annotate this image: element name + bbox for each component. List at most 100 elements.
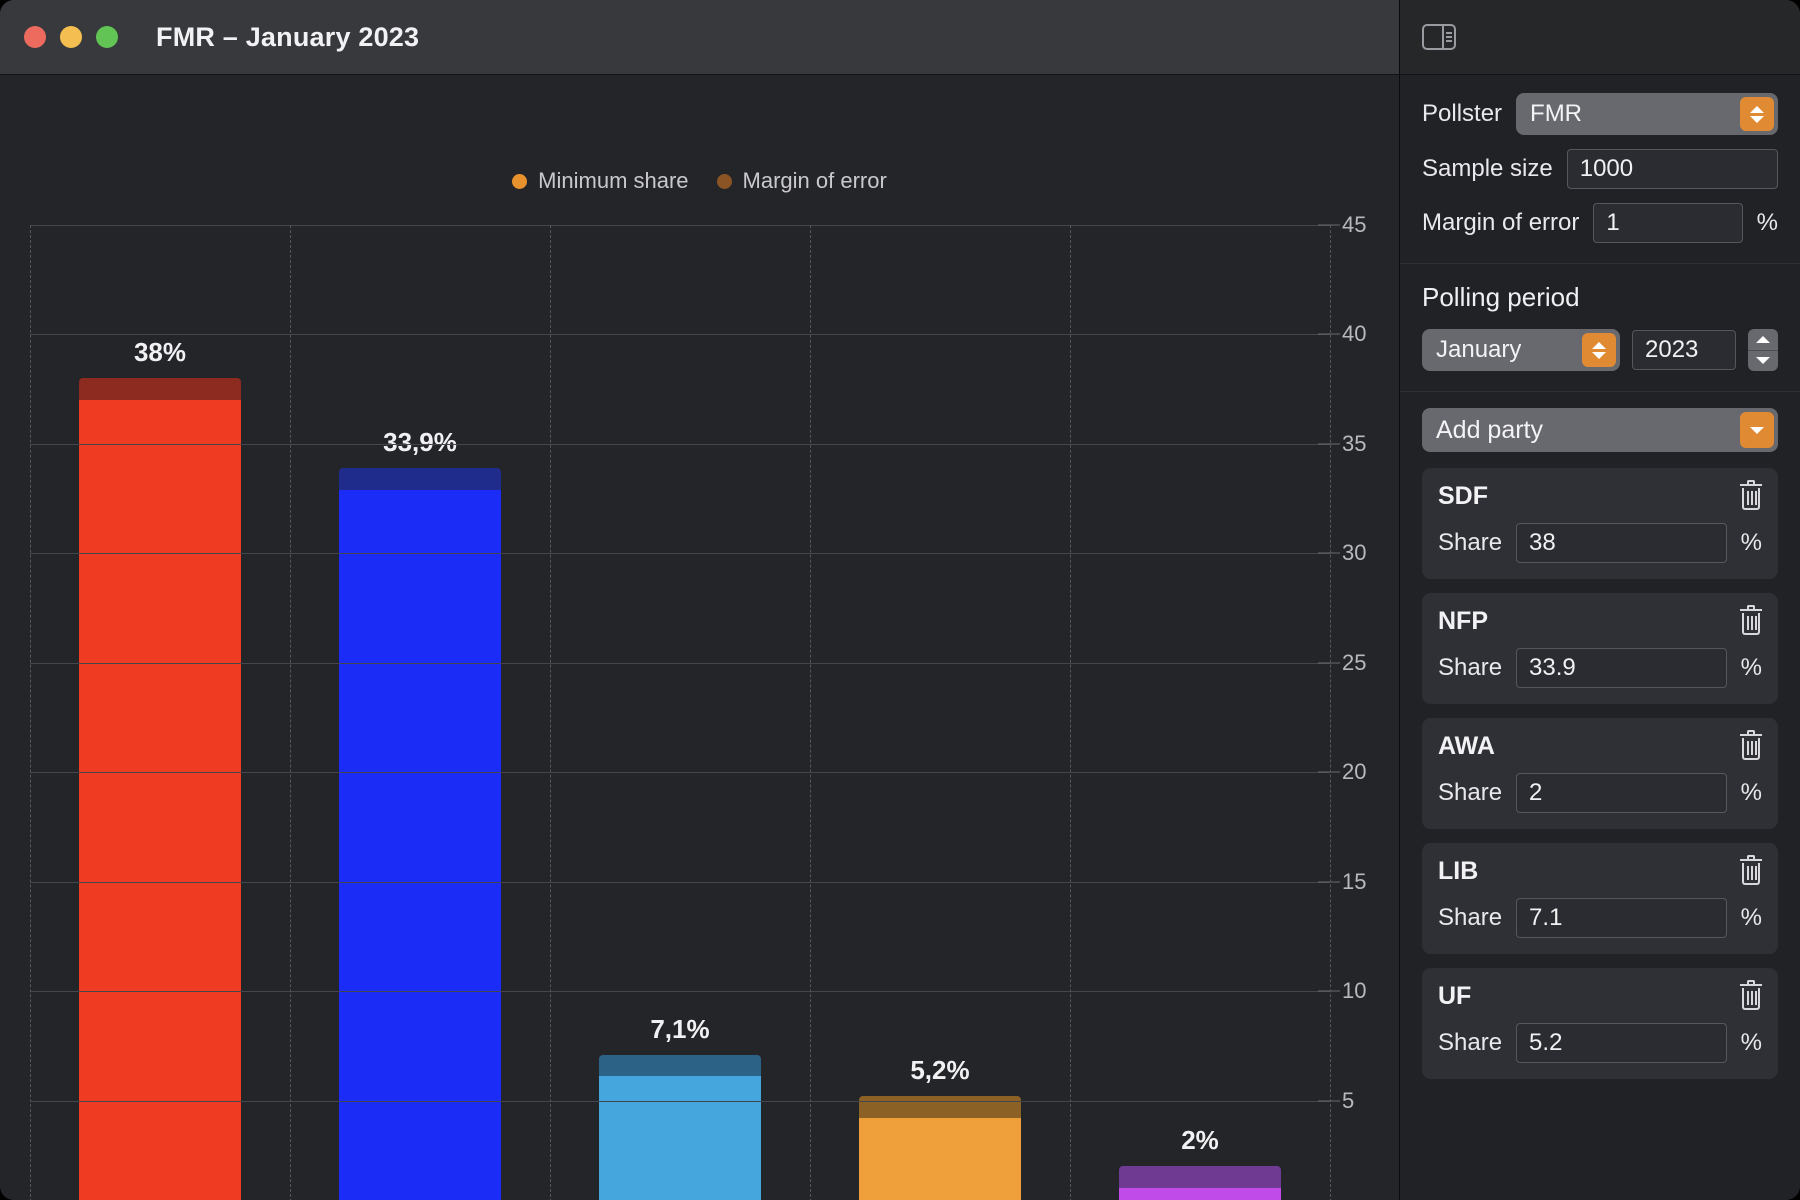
- year-decrement-button[interactable]: [1748, 351, 1778, 372]
- party-name: AWA: [1438, 732, 1495, 760]
- legend-item: Minimum share: [512, 168, 689, 194]
- bar-series: 38% 33,9% 7,1% 5,2% 2%: [30, 225, 1330, 1200]
- x-gridline: [290, 225, 291, 1200]
- bar-stack: [79, 378, 241, 1200]
- margin-of-error-input[interactable]: 1: [1593, 203, 1743, 243]
- y-tick-label: 10: [1342, 978, 1367, 1004]
- bar-value-label: 5,2%: [910, 1055, 970, 1086]
- share-label: Share: [1438, 904, 1503, 931]
- margin-of-error-unit: %: [1756, 209, 1778, 236]
- party-card: AWA Share 2%: [1422, 718, 1778, 829]
- bar-group[interactable]: 7,1%: [599, 1014, 761, 1200]
- pollster-select[interactable]: FMR: [1516, 93, 1778, 135]
- bar-stack: [1119, 1166, 1281, 1200]
- bar-segment-margin-of-error: [599, 1054, 761, 1077]
- y-gridline: [30, 662, 1330, 664]
- y-tick-mark: [1318, 333, 1340, 335]
- share-input[interactable]: 7.1: [1516, 898, 1727, 938]
- share-unit: %: [1740, 779, 1762, 806]
- plot-area: 38%33,9%7,1%5,2%2% 051015202530354045: [30, 212, 1366, 1200]
- share-unit: %: [1740, 1029, 1762, 1056]
- bar-value-label: 2%: [1181, 1125, 1219, 1156]
- bar-group[interactable]: 2%: [1119, 1125, 1281, 1200]
- bar-segment-margin-of-error: [79, 378, 241, 401]
- x-gridline: [810, 225, 811, 1200]
- trash-icon[interactable]: [1740, 854, 1762, 885]
- legend-label: Minimum share: [538, 168, 689, 193]
- bar-stack: [599, 1054, 761, 1200]
- x-gridline: [1330, 225, 1331, 1200]
- y-tick-mark: [1318, 771, 1340, 773]
- close-button[interactable]: [24, 26, 46, 48]
- sample-size-input[interactable]: 1000: [1566, 149, 1778, 189]
- trash-icon[interactable]: [1740, 604, 1762, 635]
- share-unit: %: [1740, 529, 1762, 556]
- pollster-value: FMR: [1530, 100, 1583, 127]
- share-label: Share: [1438, 654, 1503, 681]
- share-label: Share: [1438, 779, 1503, 806]
- share-input[interactable]: 2: [1516, 773, 1727, 813]
- window-titlebar: FMR – January 2023: [0, 0, 1399, 75]
- y-gridline: [30, 334, 1330, 336]
- y-tick-label: 45: [1342, 212, 1367, 237]
- trash-icon[interactable]: [1740, 979, 1762, 1010]
- sidebar-toggle-icon[interactable]: [1422, 24, 1456, 50]
- party-card-header: AWA: [1438, 729, 1762, 761]
- bar-group[interactable]: 5,2%: [859, 1055, 1021, 1200]
- party-share-row: Share 7.1%: [1438, 898, 1762, 938]
- month-stepper-icon[interactable]: [1582, 333, 1616, 367]
- share-input[interactable]: 33.9: [1516, 648, 1727, 688]
- y-tick-label: 15: [1342, 868, 1367, 894]
- bar-value-label: 38%: [133, 337, 186, 368]
- month-value: January: [1436, 336, 1522, 363]
- month-select[interactable]: January: [1422, 329, 1620, 371]
- y-tick-label: 30: [1342, 540, 1367, 566]
- legend-label: Margin of error: [742, 168, 887, 193]
- bar-stack: [859, 1096, 1021, 1200]
- share-input[interactable]: 5.2: [1516, 1023, 1727, 1063]
- bar-segment-minimum-share: [339, 489, 501, 1200]
- chart-body: Minimum share Margin of error 38% 33,9% 7,1…: [0, 75, 1399, 1200]
- party-name: SDF: [1438, 482, 1488, 510]
- zoom-button[interactable]: [96, 26, 118, 48]
- minimize-button[interactable]: [60, 26, 82, 48]
- y-gridline: [30, 991, 1330, 993]
- pollster-stepper-icon[interactable]: [1740, 97, 1774, 131]
- bar-group[interactable]: 33,9%: [339, 427, 501, 1200]
- window-title: FMR – January 2023: [156, 21, 420, 52]
- y-gridline: [30, 443, 1330, 445]
- y-gridline: [30, 225, 1330, 226]
- sidebar-icon-right-pane: [1442, 26, 1454, 48]
- margin-of-error-label: Margin of error: [1422, 209, 1580, 236]
- bar-segment-margin-of-error: [339, 467, 501, 490]
- party-card-header: UF: [1438, 979, 1762, 1011]
- share-label: Share: [1438, 1029, 1503, 1056]
- bar-segment-minimum-share: [859, 1118, 1021, 1200]
- party-share-row: Share 2%: [1438, 773, 1762, 813]
- y-tick-mark: [1318, 662, 1340, 664]
- polling-period-heading: Polling period: [1422, 282, 1580, 312]
- party-share-row: Share 38%: [1438, 523, 1762, 563]
- y-tick-label: 5: [1342, 1087, 1355, 1113]
- y-tick-label: 35: [1342, 430, 1367, 456]
- y-tick-label: 40: [1342, 321, 1367, 347]
- y-gridline: [30, 772, 1330, 774]
- bar-segment-minimum-share: [599, 1076, 761, 1200]
- app-window: FMR – January 2023 Minimum share Margin o…: [0, 0, 1800, 1200]
- add-party-dropdown[interactable]: Add party: [1422, 408, 1778, 452]
- trash-icon[interactable]: [1740, 479, 1762, 510]
- bar-group[interactable]: 38%: [79, 337, 241, 1200]
- bar-value-label: 7,1%: [650, 1013, 710, 1044]
- add-party-chevron-down-icon[interactable]: [1740, 412, 1774, 448]
- legend-item: Margin of error: [716, 168, 887, 194]
- year-increment-button[interactable]: [1748, 329, 1778, 350]
- year-input[interactable]: 2023: [1632, 330, 1736, 370]
- chart-legend: Minimum share Margin of error: [0, 168, 1399, 194]
- trash-icon[interactable]: [1740, 729, 1762, 760]
- y-tick-mark: [1318, 881, 1340, 883]
- y-gridline: [30, 1100, 1330, 1102]
- party-name: NFP: [1438, 607, 1488, 635]
- share-input[interactable]: 38: [1516, 523, 1727, 563]
- share-label: Share: [1438, 529, 1503, 556]
- year-stepper[interactable]: [1748, 329, 1778, 371]
